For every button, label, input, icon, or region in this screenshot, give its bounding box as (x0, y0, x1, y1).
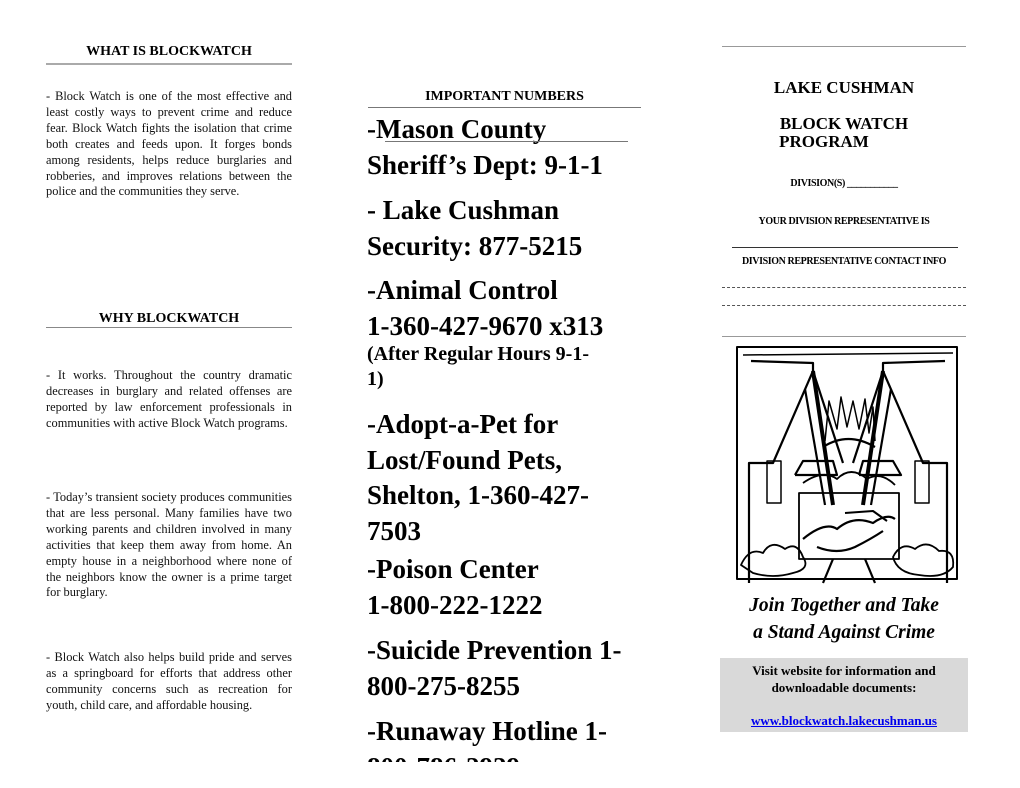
entry-label: -Animal Control (367, 275, 558, 305)
entry-note: 1) (367, 368, 384, 390)
entry-label: Lost/Found Pets, (367, 444, 563, 475)
entry-label: -Runaway Hotline 1- (367, 716, 608, 746)
entry-number: 800-786-2929 (367, 750, 642, 763)
slogan-line-2: a Stand Against Crime (753, 622, 935, 643)
entry-label: - Lake Cushman (367, 195, 560, 225)
entry-label: -Suicide Prevention 1- (367, 635, 622, 665)
number-entry-sheriff: -Mason County Sheriff’s Dept: 9-1-1 (367, 112, 642, 183)
number-entry-runaway-hotline: -Runaway Hotline 1- 800-786-2929 (367, 714, 642, 762)
section-divider (722, 336, 966, 337)
handshake-houses-emblem-icon (736, 346, 958, 584)
title-block-watch: BLOCK WATCH (779, 114, 909, 133)
representative-label: YOUR DIVISION REPRESENTATIVE IS (758, 216, 930, 227)
contact-blank-line-2[interactable] (722, 305, 966, 306)
website-link[interactable]: www.blockwatch.lakecushman.us (751, 713, 937, 728)
entry-number: 1-800-222-1222 (367, 589, 543, 620)
entry-number: 7503 (367, 515, 421, 546)
top-divider (722, 46, 966, 47)
website-info-box: Visit website for information and downlo… (720, 658, 968, 732)
entry-number: 1-360-427-9670 x313 (367, 310, 604, 341)
contact-info-label: DIVISION REPRESENTATIVE CONTACT INFO (741, 256, 947, 267)
entry-label: -Adopt-a-Pet for (367, 409, 559, 439)
slogan-line-1: Join Together and Take (749, 595, 939, 616)
info-text-line-2: downloadable documents: (771, 680, 917, 695)
blockwatch-logo (733, 343, 963, 585)
entry-number: Security: 877-5215 (367, 230, 583, 261)
entry-label: Shelton, 1-360-427- (367, 480, 589, 510)
number-entry-animal-control: -Animal Control 1-360-427-9670 x313 (Aft… (367, 273, 642, 392)
division-field[interactable]: DIVISION(S) ___________ (720, 178, 968, 189)
info-text-line-1: Visit website for information and (752, 663, 936, 678)
important-numbers-heading: IMPORTANT NUMBERS (425, 89, 584, 104)
contact-blank-line-1[interactable] (722, 287, 966, 288)
number-entry-suicide-prevention: -Suicide Prevention 1- 800-275-8255 (367, 633, 642, 704)
entry-number: Sheriff’s Dept: 9-1-1 (367, 149, 603, 180)
title-program: PROGRAM (779, 132, 869, 151)
number-entry-poison-center: -Poison Center 1-800-222-1222 (367, 552, 642, 623)
entry-number: 800-275-8255 (367, 670, 520, 701)
entry-note: (After Regular Hours 9-1- (367, 343, 589, 365)
heading-divider (368, 107, 641, 108)
entry-label: -Mason County (367, 114, 547, 144)
decorative-divider (385, 141, 628, 142)
title-lake-cushman: LAKE CUSHMAN (773, 78, 915, 97)
number-entry-adopt-a-pet: -Adopt-a-Pet for Lost/Found Pets, Shelto… (367, 407, 642, 549)
representative-blank-line[interactable] (732, 247, 958, 248)
number-entry-security: - Lake Cushman Security: 877-5215 (367, 193, 642, 264)
entry-label: -Poison Center (367, 554, 539, 584)
